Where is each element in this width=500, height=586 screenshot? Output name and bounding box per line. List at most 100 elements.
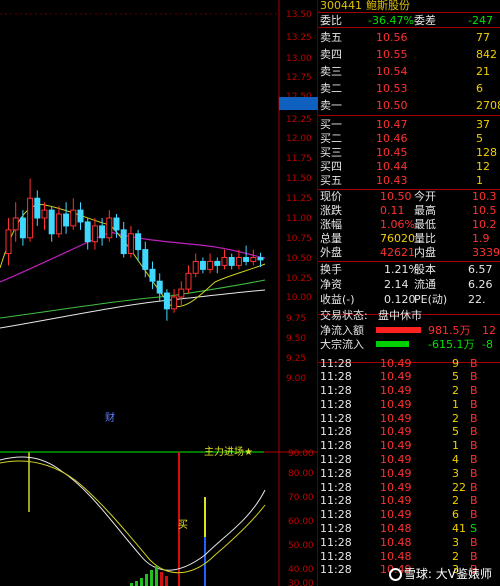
flow-row: 净流入额 981.5万 12 <box>318 324 500 338</box>
stat-label: 总量 <box>320 232 342 245</box>
stat-value: 6.26 <box>468 278 493 291</box>
flow-pct: -8 <box>482 337 493 351</box>
price-tick-label: 9.00 <box>286 374 306 384</box>
tick-time: 11:28 <box>320 480 352 494</box>
candle-body <box>135 233 142 251</box>
candle-body <box>228 257 235 266</box>
flow-row: 大宗流入 -615.1万 -8 <box>318 338 500 352</box>
stat-label: 外盘 <box>320 246 342 259</box>
bid-price: 10.43 <box>376 174 408 187</box>
tick-price: 10.49 <box>380 453 412 467</box>
flow-label: 大宗流入 <box>320 337 364 351</box>
stock-code: 300441 <box>320 0 362 12</box>
cai-label: 财 <box>105 411 115 424</box>
stat-label: 涨幅 <box>320 218 342 231</box>
bid-label: 买五 <box>320 174 342 187</box>
candle-body <box>91 225 98 243</box>
tick-volume: 5 <box>452 370 459 384</box>
candle-body <box>207 260 214 270</box>
tick-time: 11:28 <box>320 549 352 563</box>
bid-row: 买四 10.44 12 <box>318 160 500 174</box>
tick-time: 11:28 <box>320 453 352 467</box>
stat-label: 量比 <box>414 232 436 245</box>
tick-row: 11:28 10.49 2 B <box>318 494 500 508</box>
candle-body <box>156 280 163 294</box>
ask-row: 卖三 10.54 21 <box>318 63 500 80</box>
tick-time: 11:28 <box>320 356 352 370</box>
indicator-tick-label: 40.00 <box>288 565 314 575</box>
candle-body <box>235 257 242 266</box>
bid-row: 买一 10.47 37 <box>318 118 500 132</box>
ma-white <box>0 289 266 329</box>
stat-value: 22. <box>468 293 486 306</box>
tick-time: 11:28 <box>320 494 352 508</box>
ask-label: 卖二 <box>320 82 342 95</box>
stat-value: 42621 <box>380 246 415 259</box>
tick-row: 11:28 10.48 2 B <box>318 550 500 564</box>
stat-label: 今开 <box>414 190 436 203</box>
tick-time: 11:28 <box>320 411 352 425</box>
price-tick-label: 12.00 <box>286 134 312 144</box>
candle-body <box>127 233 134 255</box>
mai-label: 买 <box>178 519 188 531</box>
price-tick-label: 9.25 <box>286 354 306 364</box>
bid-label: 买二 <box>320 132 342 145</box>
tick-side: B <box>470 411 478 425</box>
ma-green <box>0 279 266 319</box>
ask-row: 卖一 10.50 2708 <box>318 97 500 114</box>
stat-label: PE(动) <box>414 293 448 306</box>
candle-body <box>84 221 91 243</box>
price-tick-label: 13.25 <box>286 33 312 43</box>
tick-price: 10.49 <box>380 384 412 398</box>
ask-label: 卖一 <box>320 99 342 112</box>
candle-body <box>178 288 185 298</box>
candle-body <box>34 197 41 219</box>
tick-volume: 22 <box>452 480 466 494</box>
candle-body <box>27 197 34 239</box>
bid-price: 10.46 <box>376 132 408 145</box>
candle-body <box>19 217 26 239</box>
price-tick-label: 12.25 <box>286 115 312 125</box>
indicator-yellow-line <box>0 460 266 574</box>
price-tick-label: 10.50 <box>286 254 312 264</box>
bid-volume: 12 <box>476 160 490 173</box>
ask-volume: 842 <box>476 48 497 61</box>
stat-label: 最高 <box>414 204 436 217</box>
tick-row: 11:28 10.49 2 B <box>318 412 500 426</box>
candle-body <box>171 296 178 310</box>
tick-side: B <box>470 453 478 467</box>
fundamental-row: 净资 2.14 流通 6.26 <box>318 277 500 292</box>
tick-volume: 2 <box>452 411 459 425</box>
candle-body <box>149 268 156 282</box>
kline-chart[interactable]: 13.5013.2513.0012.7512.5012.3212.2512.00… <box>0 0 318 586</box>
indicator-bar <box>140 578 143 586</box>
stat-row: 涨幅 1.06% 最低 10.2 <box>318 218 500 232</box>
candle-body <box>257 257 264 261</box>
indicator-bar <box>155 566 158 586</box>
candle-body <box>214 260 221 266</box>
stat-label: 收益(-) <box>320 293 355 306</box>
tick-time: 11:28 <box>320 425 352 439</box>
current-price-marker <box>279 97 318 110</box>
indicator-tick-label: 50.00 <box>288 541 314 551</box>
bid-row: 买二 10.46 5 <box>318 132 500 146</box>
tick-side: B <box>470 480 478 494</box>
zhuli-label: 主力进场★ <box>204 445 253 458</box>
tick-time: 11:28 <box>320 439 352 453</box>
stat-value: 10.5 <box>472 204 497 217</box>
tick-time: 11:28 <box>320 466 352 480</box>
ask-price: 10.56 <box>376 31 408 44</box>
bid-volume: 1 <box>476 174 483 187</box>
candle-body <box>199 260 206 270</box>
stat-label: 流通 <box>414 278 436 291</box>
stat-value: 10.50 <box>380 190 412 203</box>
weibi-row: 委比 -36.47% 委差 -247 <box>320 13 493 27</box>
bid-price: 10.44 <box>376 160 408 173</box>
stat-value: 2.14 <box>384 278 409 291</box>
flow-label: 净流入额 <box>320 323 364 337</box>
tick-volume: 2 <box>452 549 459 563</box>
tick-row: 11:28 10.49 1 B <box>318 439 500 453</box>
ask-price: 10.54 <box>376 65 408 78</box>
price-tick-label: 9.75 <box>286 314 306 324</box>
bid-label: 买三 <box>320 146 342 159</box>
